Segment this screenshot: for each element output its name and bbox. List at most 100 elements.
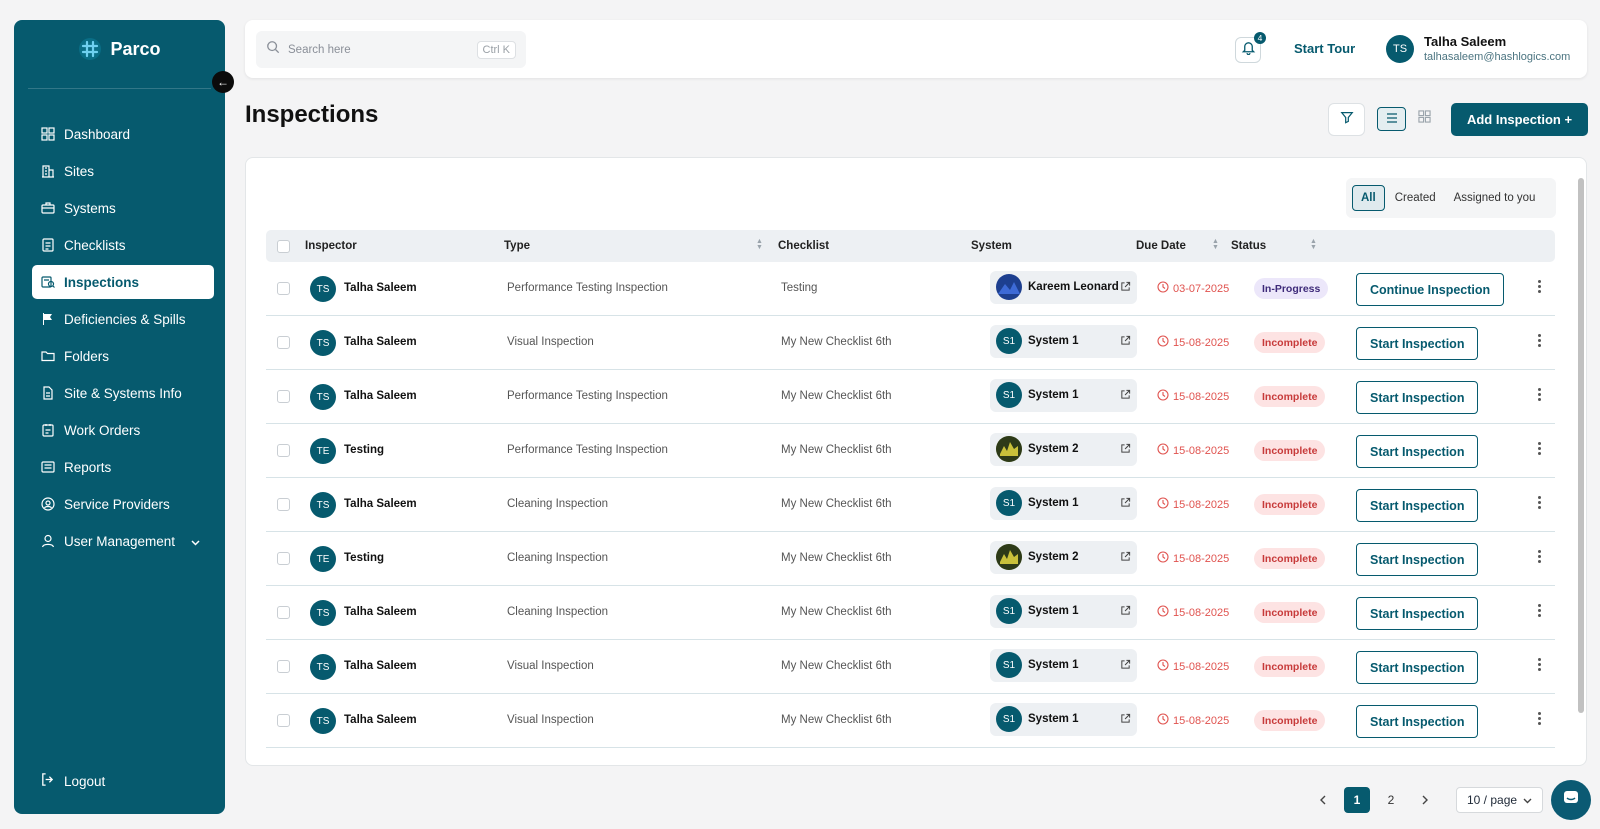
- scrollbar[interactable]: [1578, 170, 1584, 755]
- row-checkbox[interactable]: [277, 498, 290, 511]
- sidebar-item-site-systems-info[interactable]: Site & Systems Info: [32, 376, 214, 410]
- filter-button[interactable]: [1328, 103, 1365, 136]
- external-link-icon[interactable]: [1120, 281, 1131, 295]
- more-options-icon[interactable]: [1536, 550, 1542, 563]
- next-page-button[interactable]: [1412, 787, 1438, 813]
- row-checkbox[interactable]: [277, 282, 290, 295]
- external-link-icon[interactable]: [1120, 713, 1131, 727]
- system-chip[interactable]: System 2: [990, 433, 1137, 466]
- start-inspection-button[interactable]: Start Inspection: [1356, 597, 1479, 630]
- sidebar-item-deficiencies-spills[interactable]: Deficiencies & Spills: [32, 302, 214, 336]
- more-options-icon[interactable]: [1536, 334, 1542, 347]
- external-link-icon[interactable]: [1120, 605, 1131, 619]
- list-view-toggle[interactable]: [1377, 107, 1406, 131]
- tab-all[interactable]: All: [1352, 185, 1385, 211]
- start-inspection-button[interactable]: Start Inspection: [1356, 435, 1479, 468]
- column-header[interactable]: Type: [504, 240, 530, 252]
- search-box[interactable]: Ctrl K: [256, 31, 526, 68]
- column-header[interactable]: Due Date: [1136, 240, 1186, 252]
- sort-icon[interactable]: ▲ ▼: [1212, 238, 1219, 251]
- search-input[interactable]: [288, 43, 469, 56]
- system-chip[interactable]: Kareem Leonard: [990, 271, 1137, 304]
- more-options-icon[interactable]: [1536, 388, 1542, 401]
- table-row[interactable]: TE Testing Cleaning Inspection My New Check…: [266, 532, 1555, 586]
- add-inspection-button[interactable]: Add Inspection +: [1451, 103, 1588, 136]
- external-link-icon[interactable]: [1120, 389, 1131, 403]
- more-options-icon[interactable]: [1536, 658, 1542, 671]
- more-options-icon[interactable]: [1536, 442, 1542, 455]
- sidebar-item-inspections[interactable]: Inspections: [32, 265, 214, 299]
- sidebar-item-checklists[interactable]: Checklists: [32, 228, 214, 262]
- system-chip[interactable]: S1 System 1: [990, 487, 1137, 520]
- page-1-button[interactable]: 1: [1344, 787, 1370, 813]
- table-row[interactable]: TS Talha Saleem Visual Inspection My New Ch…: [266, 694, 1555, 748]
- sort-icon[interactable]: ▲ ▼: [756, 238, 763, 251]
- external-link-icon[interactable]: [1120, 551, 1131, 565]
- table-row[interactable]: TS Talha Saleem Visual Inspection My New Ch…: [266, 316, 1555, 370]
- external-link-icon[interactable]: [1120, 497, 1131, 511]
- system-chip[interactable]: S1 System 1: [990, 649, 1137, 682]
- due-date-text: 15-08-2025: [1173, 606, 1230, 619]
- row-checkbox[interactable]: [277, 660, 290, 673]
- more-options-icon[interactable]: [1536, 280, 1542, 293]
- sidebar-item-sites[interactable]: Sites: [32, 154, 214, 188]
- row-checkbox[interactable]: [277, 390, 290, 403]
- scroll-thumb[interactable]: [1578, 178, 1584, 713]
- more-options-icon[interactable]: [1536, 496, 1542, 509]
- start-inspection-button[interactable]: Start Inspection: [1356, 705, 1479, 738]
- start-inspection-button[interactable]: Start Inspection: [1356, 543, 1479, 576]
- sort-icon[interactable]: ▲ ▼: [1310, 238, 1317, 251]
- collapse-sidebar-button[interactable]: ←: [212, 71, 234, 93]
- select-all-checkbox[interactable]: [277, 240, 290, 253]
- sidebar-item-systems[interactable]: Systems: [32, 191, 214, 225]
- table-row[interactable]: TS Talha Saleem Cleaning Inspection My New …: [266, 478, 1555, 532]
- column-header[interactable]: System: [971, 240, 1012, 252]
- sidebar-item-reports[interactable]: Reports: [32, 450, 214, 484]
- external-link-icon[interactable]: [1120, 659, 1131, 673]
- grid-view-toggle[interactable]: [1413, 108, 1435, 130]
- system-chip[interactable]: System 2: [990, 541, 1137, 574]
- table-row[interactable]: TS Talha Saleem Visual Inspection My New Ch…: [266, 640, 1555, 694]
- table-row[interactable]: TE Testing Performance Testing Inspection M…: [266, 424, 1555, 478]
- row-checkbox[interactable]: [277, 444, 290, 457]
- more-options-icon[interactable]: [1536, 604, 1542, 617]
- row-checkbox[interactable]: [277, 714, 290, 727]
- start-inspection-button[interactable]: Start Inspection: [1356, 651, 1479, 684]
- column-header[interactable]: Inspector: [305, 240, 357, 252]
- avatar[interactable]: TS: [1386, 35, 1414, 63]
- page-size-select[interactable]: 10 / page: [1456, 787, 1544, 813]
- sidebar-item-service-providers[interactable]: Service Providers: [32, 487, 214, 521]
- row-checkbox[interactable]: [277, 336, 290, 349]
- sidebar-item-user-management[interactable]: User Management: [32, 524, 214, 558]
- table-row[interactable]: TS Talha Saleem Cleaning Inspection My New …: [266, 586, 1555, 640]
- brand[interactable]: Parco: [14, 20, 225, 78]
- notifications-button[interactable]: 4: [1235, 32, 1266, 63]
- system-chip[interactable]: S1 System 1: [990, 379, 1137, 412]
- start-inspection-button[interactable]: Start Inspection: [1356, 489, 1479, 522]
- more-options-icon[interactable]: [1536, 712, 1542, 725]
- tab-assigned-to-you[interactable]: Assigned to you: [1446, 186, 1544, 210]
- start-tour-link[interactable]: Start Tour: [1294, 41, 1355, 56]
- system-chip[interactable]: S1 System 1: [990, 595, 1137, 628]
- start-inspection-button[interactable]: Start Inspection: [1356, 381, 1479, 414]
- column-header[interactable]: Status: [1231, 240, 1266, 252]
- sidebar-item-dashboard[interactable]: Dashboard: [32, 117, 214, 151]
- table-row[interactable]: TS Talha Saleem Performance Testing Inspec…: [266, 262, 1555, 316]
- tab-created[interactable]: Created: [1387, 186, 1444, 210]
- table-row[interactable]: TS Talha Saleem Performance Testing Inspec…: [266, 370, 1555, 424]
- row-checkbox[interactable]: [277, 606, 290, 619]
- previous-page-button[interactable]: [1310, 787, 1336, 813]
- logout-button[interactable]: Logout: [40, 772, 105, 790]
- page-2-button[interactable]: 2: [1378, 787, 1404, 813]
- continue-inspection-button[interactable]: Continue Inspection: [1356, 273, 1505, 306]
- chat-launcher-button[interactable]: [1551, 780, 1591, 820]
- row-checkbox[interactable]: [277, 552, 290, 565]
- start-inspection-button[interactable]: Start Inspection: [1356, 327, 1479, 360]
- external-link-icon[interactable]: [1120, 335, 1131, 349]
- sidebar-item-work-orders[interactable]: Work Orders: [32, 413, 214, 447]
- sidebar-item-folders[interactable]: Folders: [32, 339, 214, 373]
- system-chip[interactable]: S1 System 1: [990, 703, 1137, 736]
- system-chip[interactable]: S1 System 1: [990, 325, 1137, 358]
- external-link-icon[interactable]: [1120, 443, 1131, 457]
- column-header[interactable]: Checklist: [778, 240, 829, 252]
